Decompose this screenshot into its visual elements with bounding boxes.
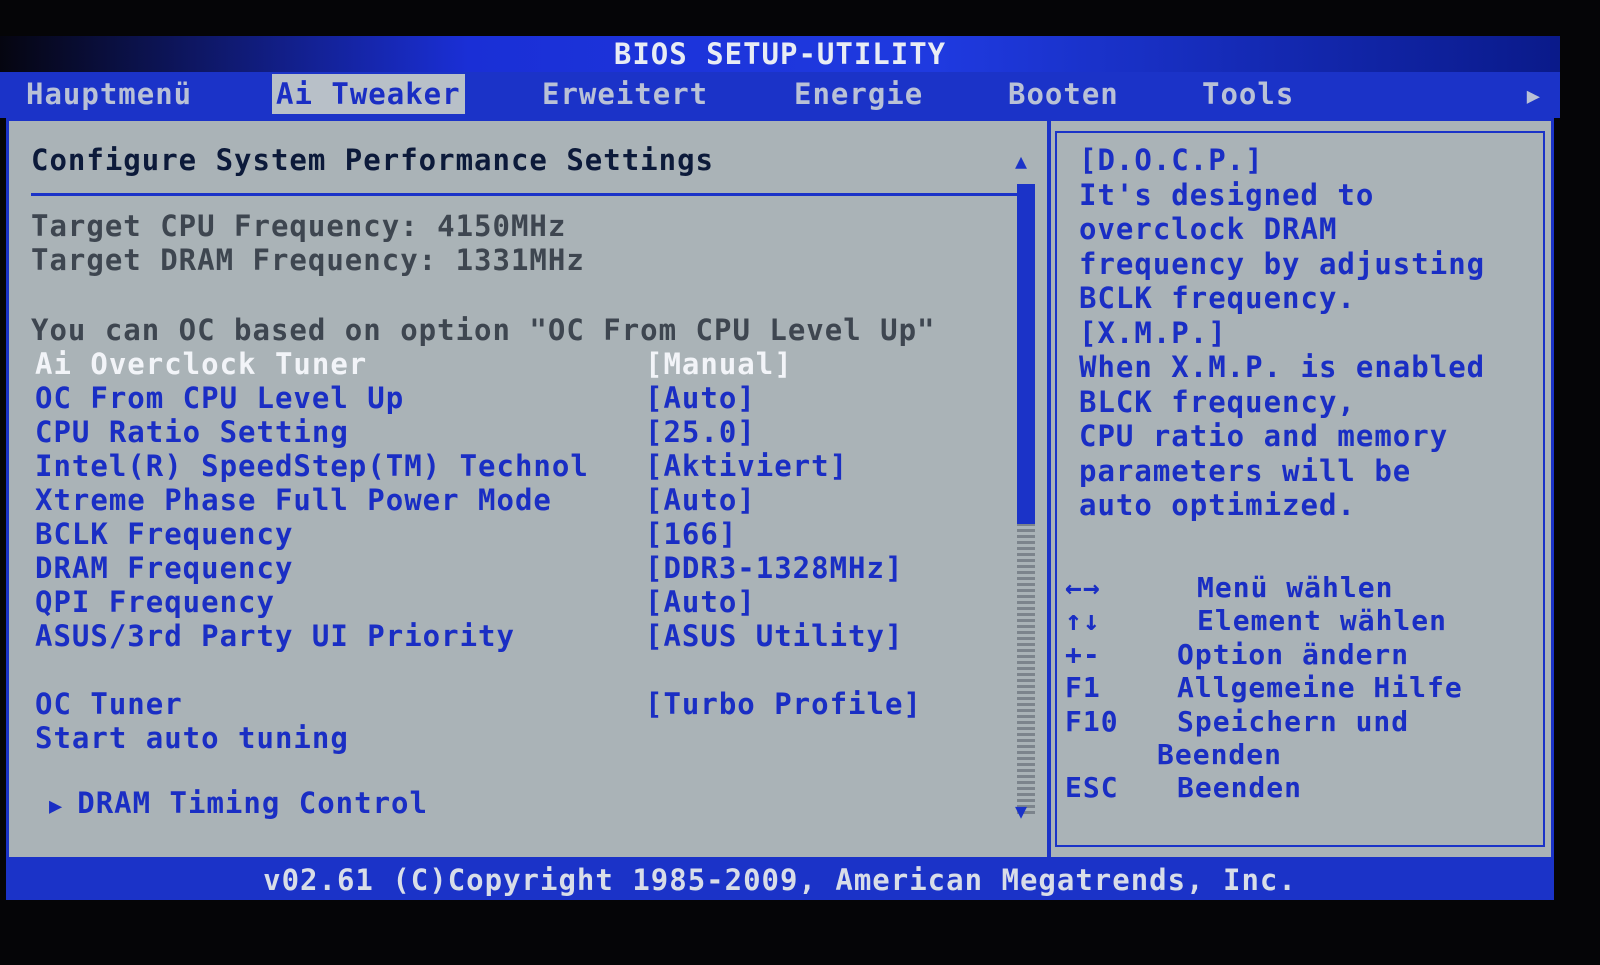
help-line: parameters will be	[1079, 453, 1412, 488]
tab-tools[interactable]: Tools	[1202, 74, 1294, 114]
setting-dram-frequency[interactable]: DRAM Frequency [DDR3-1328MHz]	[35, 551, 995, 585]
tab-hauptmenue[interactable]: Hauptmenü	[26, 74, 192, 114]
setting-ai-overclock-tuner[interactable]: Ai Overclock Tuner [Manual]	[35, 347, 995, 381]
key-desc: Beenden	[1157, 738, 1283, 771]
help-line: BLCK frequency,	[1079, 384, 1356, 419]
setting-value: [ASUS Utility]	[645, 619, 904, 653]
help-line: When X.M.P. is enabled	[1079, 350, 1486, 384]
key-left-right: ←→	[1065, 571, 1101, 604]
key-f1: F1	[1065, 671, 1101, 704]
setting-cpu-ratio[interactable]: CPU Ratio Setting [25.0]	[35, 415, 995, 449]
key-esc: ESC	[1065, 771, 1119, 804]
setting-label: BCLK Frequency	[35, 517, 294, 551]
tab-energie[interactable]: Energie	[794, 74, 923, 114]
help-line: auto optimized.	[1079, 488, 1356, 522]
setting-value: [Aktiviert]	[645, 449, 849, 483]
help-line: CPU ratio and memory	[1079, 419, 1449, 453]
tab-booten[interactable]: Booten	[1008, 74, 1119, 114]
setting-value: [Auto]	[645, 483, 756, 517]
window-title: BIOS SETUP-UTILITY	[0, 36, 1560, 72]
setting-value: [Auto]	[645, 381, 756, 415]
scroll-thumb[interactable]	[1017, 184, 1035, 524]
bios-panel: Configure System Performance Settings Ta…	[6, 118, 1554, 860]
help-line: overclock DRAM	[1079, 212, 1338, 246]
setting-label: Xtreme Phase Full Power Mode	[35, 483, 552, 517]
target-cpu-frequency: Target CPU Frequency: 4150MHz	[31, 209, 567, 243]
key-up-down: ↑↓	[1065, 604, 1101, 637]
menu-scroll-right-icon[interactable]: ▶	[1527, 84, 1540, 109]
setting-value: [Auto]	[645, 585, 756, 619]
oc-hint-text: You can OC based on option "OC From CPU …	[31, 313, 936, 347]
help-text: [D.O.C.P.] It's designed to overclock DR…	[1079, 143, 1539, 523]
setting-ui-priority[interactable]: ASUS/3rd Party UI Priority [ASUS Utility…	[35, 619, 995, 653]
help-pane: [D.O.C.P.] It's designed to overclock DR…	[1055, 131, 1545, 847]
help-line: frequency by adjusting	[1079, 246, 1486, 281]
copyright-bar: v02.61 (C)Copyright 1985-2009, American …	[6, 860, 1554, 900]
help-line: BCLK frequency.	[1079, 281, 1356, 315]
setting-speedstep[interactable]: Intel(R) SpeedStep(TM) Technol [Aktivier…	[35, 449, 995, 483]
setting-value: [DDR3-1328MHz]	[645, 551, 904, 585]
setting-value: [25.0]	[645, 415, 756, 449]
submenu-arrow-icon: ▶	[49, 794, 64, 819]
setting-value: [166]	[645, 517, 738, 551]
help-line: [X.M.P.]	[1079, 315, 1227, 350]
setting-xtreme-phase[interactable]: Xtreme Phase Full Power Mode [Auto]	[35, 483, 995, 517]
tab-ai-tweaker[interactable]: Ai Tweaker	[272, 74, 465, 114]
setting-label: Ai Overclock Tuner	[35, 347, 368, 381]
help-line: It's designed to	[1079, 177, 1375, 212]
setting-oc-tuner[interactable]: OC Tuner [Turbo Profile]	[35, 687, 995, 721]
settings-scrollbar[interactable]: ▲ ▼	[1013, 149, 1039, 829]
scroll-track[interactable]	[1017, 524, 1035, 814]
key-desc: Element wählen	[1197, 604, 1448, 637]
key-desc: Option ändern	[1177, 638, 1410, 671]
key-desc: Speichern und	[1177, 705, 1410, 738]
tab-erweitert[interactable]: Erweitert	[542, 74, 708, 114]
setting-bclk-frequency[interactable]: BCLK Frequency [166]	[35, 517, 995, 551]
setting-label: OC Tuner	[35, 687, 183, 721]
setting-label: QPI Frequency	[35, 585, 275, 619]
heading-divider	[31, 193, 1031, 196]
setting-label: OC From CPU Level Up	[35, 381, 405, 415]
setting-qpi-frequency[interactable]: QPI Frequency [Auto]	[35, 585, 995, 619]
setting-label: CPU Ratio Setting	[35, 415, 349, 449]
setting-label: ASUS/3rd Party UI Priority	[35, 619, 515, 653]
menu-bar: Hauptmenü Ai Tweaker Erweitert Energie B…	[0, 72, 1560, 118]
target-dram-frequency: Target DRAM Frequency: 1331MHz	[31, 243, 585, 277]
submenu-dram-timing-control[interactable]: ▶ DRAM Timing Control	[49, 786, 428, 820]
setting-label: Intel(R) SpeedStep(TM) Technol	[35, 449, 589, 483]
key-plus-minus: +-	[1065, 638, 1101, 671]
scroll-down-icon[interactable]: ▼	[1015, 799, 1027, 823]
setting-label: Start auto tuning	[35, 721, 349, 755]
page-title: Configure System Performance Settings	[31, 143, 715, 177]
setting-start-auto-tuning[interactable]: Start auto tuning	[35, 721, 995, 755]
scroll-up-icon[interactable]: ▲	[1015, 149, 1027, 173]
help-line: [D.O.C.P.]	[1079, 143, 1264, 177]
key-desc: Menü wählen	[1197, 571, 1394, 604]
key-desc: Beenden	[1177, 771, 1303, 804]
submenu-label: DRAM Timing Control	[77, 786, 428, 820]
setting-oc-from-cpu-level-up[interactable]: OC From CPU Level Up [Auto]	[35, 381, 995, 415]
setting-label: DRAM Frequency	[35, 551, 294, 585]
key-desc: Allgemeine Hilfe	[1177, 671, 1463, 704]
setting-value: [Turbo Profile]	[645, 687, 922, 721]
setting-value: [Manual]	[645, 347, 793, 381]
settings-pane: Configure System Performance Settings Ta…	[9, 121, 1051, 857]
key-f10: F10	[1065, 705, 1119, 738]
